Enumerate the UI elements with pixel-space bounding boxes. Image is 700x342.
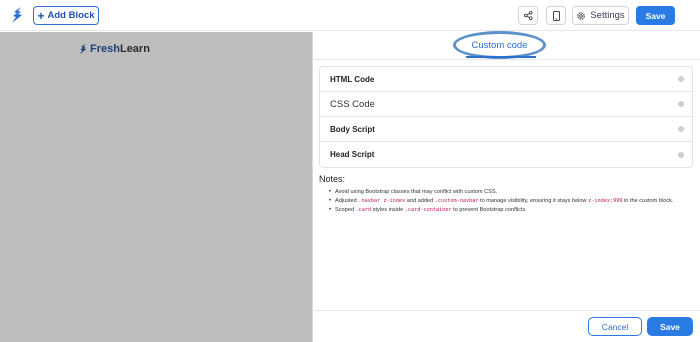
gear-icon (577, 11, 586, 20)
notes-list: Avoid using Bootstrap classes that may c… (319, 188, 693, 215)
code-snippet: .card-container (404, 207, 452, 213)
note-item: Adjusted .navbar z-index and added .cust… (329, 197, 693, 206)
note-item: Avoid using Bootstrap classes that may c… (329, 188, 693, 197)
divider (312, 310, 700, 311)
code-snippet: .navbar z-index (358, 198, 406, 204)
share-button[interactable] (518, 6, 538, 25)
note-text: to manage visibility, ensuring it stays … (478, 198, 589, 204)
note-text: Avoid using Bootstrap classes that may c… (335, 189, 498, 195)
section-html-code[interactable]: HTML Code (320, 67, 692, 92)
panel-title-highlight: Custom code (453, 31, 546, 59)
save-top-button[interactable]: Save (636, 6, 675, 25)
share-icon (523, 11, 533, 20)
brand-logo: FreshLearn (79, 43, 150, 55)
code-sections-accordion: HTML Code CSS Code Body Script Head Scri… (319, 66, 693, 168)
settings-button[interactable]: Settings (572, 6, 629, 25)
section-head-script[interactable]: Head Script (320, 142, 692, 167)
top-toolbar: + Add Block Settings Save (0, 0, 700, 31)
page-preview-canvas[interactable] (0, 32, 312, 342)
note-text: styles inside (371, 207, 405, 213)
status-dot-icon (678, 151, 684, 158)
note-text: Scoped (335, 207, 356, 213)
active-tab-underline (466, 56, 536, 58)
panel-title[interactable]: Custom code (472, 40, 528, 51)
section-label: Head Script (330, 150, 375, 159)
note-item: Scoped .card styles inside .card-contain… (329, 206, 693, 215)
note-text: Adjusted (335, 198, 359, 204)
status-dot-icon (678, 126, 684, 132)
note-text: in the custom block. (622, 198, 674, 204)
brand-fresh: Fresh (90, 43, 120, 55)
add-block-button[interactable]: + Add Block (33, 6, 99, 25)
plus-icon: + (37, 8, 45, 23)
divider (312, 59, 700, 60)
notes-title: Notes: (319, 174, 346, 184)
section-body-script[interactable]: Body Script (320, 117, 692, 142)
save-button[interactable]: Save (647, 317, 693, 336)
section-label: Body Script (330, 124, 375, 134)
code-snippet: .card (355, 207, 372, 213)
status-dot-icon (678, 76, 684, 82)
code-snippet: z-index:999 (588, 198, 623, 204)
settings-label: Settings (590, 10, 625, 21)
mobile-view-button[interactable] (546, 6, 566, 25)
status-dot-icon (678, 101, 684, 107)
section-label: HTML Code (330, 74, 375, 84)
note-text: to prevent Bootstrap conflicts. (451, 207, 527, 213)
note-text: and added (405, 198, 435, 204)
section-label: CSS Code (330, 98, 375, 110)
section-css-code[interactable]: CSS Code (320, 92, 692, 117)
brand-learn: Learn (119, 43, 150, 55)
notes-section: Notes: Avoid using Bootstrap classes tha… (319, 174, 693, 215)
cancel-button[interactable]: Cancel (588, 317, 642, 336)
code-snippet: .custom-navbar (434, 198, 479, 204)
freshlearn-logo-icon (79, 43, 87, 55)
mobile-icon (552, 10, 560, 21)
add-block-label: Add Block (47, 10, 95, 21)
freshlearn-logo-icon[interactable] (11, 6, 23, 24)
